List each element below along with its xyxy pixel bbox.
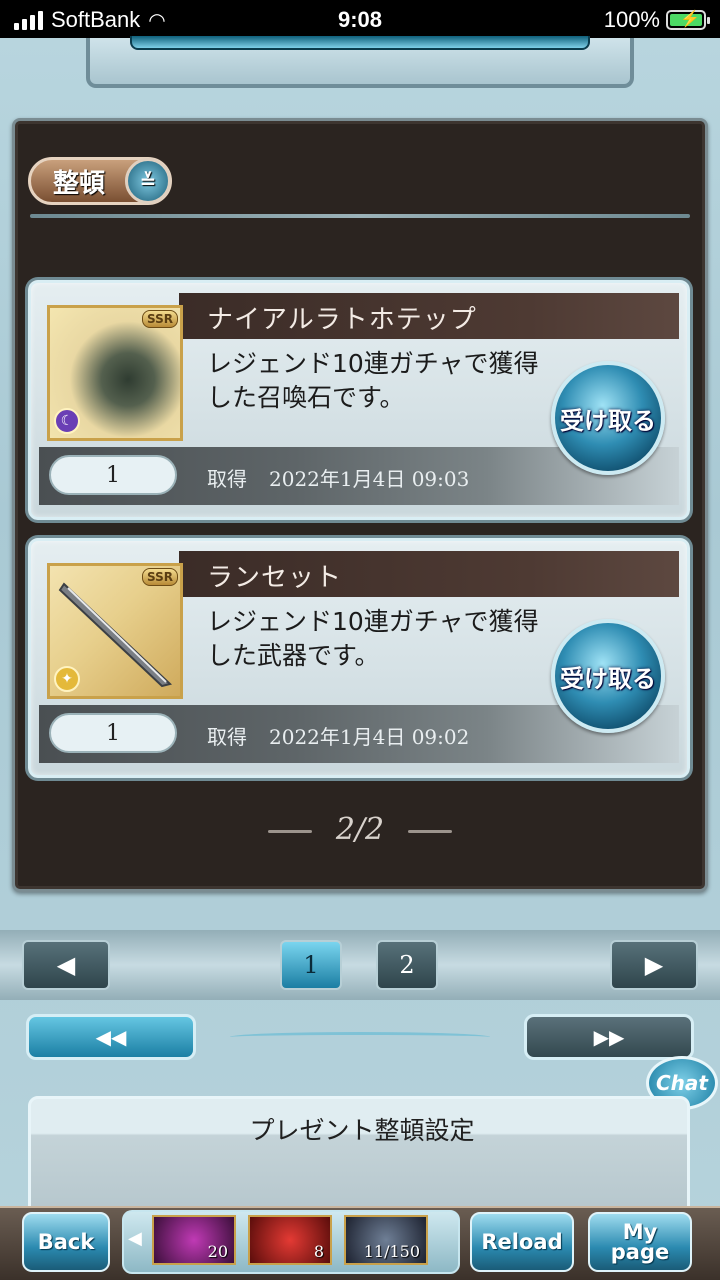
top-frame: [86, 36, 634, 88]
weapon-thumbnail[interactable]: SSR ✦: [47, 563, 183, 699]
acquired-info: 取得 2022年1月4日 09:02: [207, 721, 491, 750]
present-item: SSR ☾ ナイアルラトホテップ レジェンド10連ガチャで獲得した召喚石です。 …: [28, 280, 690, 520]
sort-button-label: 整頓: [53, 168, 106, 199]
page-button-2[interactable]: 2: [376, 940, 438, 990]
item-slot-1[interactable]: 20: [152, 1215, 236, 1265]
page-indicator: 2/2: [0, 812, 720, 847]
mypage-button[interactable]: My page: [588, 1212, 692, 1272]
back-button[interactable]: Back: [22, 1212, 110, 1272]
acquired-info: 取得 2022年1月4日 09:03: [207, 463, 491, 492]
summon-thumbnail[interactable]: SSR ☾: [47, 305, 183, 441]
prev-page-button[interactable]: ◀: [22, 940, 110, 990]
item-quantity: 1: [49, 455, 177, 495]
next-page-button[interactable]: ▶: [610, 940, 698, 990]
chevron-down-icon: ≚: [125, 158, 171, 204]
item-slot-2[interactable]: 8: [248, 1215, 332, 1265]
acquired-label: 取得: [207, 467, 247, 491]
settings-title: プレゼント整頓設定: [249, 1116, 475, 1145]
divider: [30, 214, 690, 218]
back-label: Back: [37, 1230, 95, 1254]
item-slot-3[interactable]: 11/150: [344, 1215, 428, 1265]
rarity-badge: SSR: [142, 568, 178, 586]
battery-percent: 100%: [603, 7, 660, 32]
status-bar: SoftBank ◠ 9:08 100% ⚡: [0, 0, 720, 38]
receive-button[interactable]: 受け取る: [551, 361, 665, 475]
receive-button[interactable]: 受け取る: [551, 619, 665, 733]
first-page-button[interactable]: ◀◀: [26, 1014, 196, 1060]
triangle-right-icon: ▶: [644, 951, 664, 979]
double-left-icon: ◀◀: [95, 1025, 127, 1049]
last-page-button[interactable]: ▶▶: [524, 1014, 694, 1060]
double-right-icon: ▶▶: [593, 1025, 625, 1049]
acquired-label: 取得: [207, 725, 247, 749]
reload-label: Reload: [481, 1230, 563, 1254]
dark-element-icon: ☾: [54, 408, 80, 434]
present-item: SSR ✦ ランセット レジェンド10連ガチャで獲得した武器です。 1 取得 20…: [28, 538, 690, 778]
triangle-left-icon[interactable]: ◀: [128, 1228, 142, 1249]
battery-icon: ⚡: [666, 10, 710, 30]
page-button-1[interactable]: 1: [280, 940, 342, 990]
ornament-center: [230, 1032, 490, 1042]
acquired-date: 2022年1月4日 09:02: [269, 725, 470, 749]
item-name: ランセット: [207, 563, 343, 593]
reload-button[interactable]: Reload: [470, 1212, 574, 1272]
item-description: レジェンド10連ガチャで獲得した武器です。: [207, 607, 539, 670]
acquired-date: 2022年1月4日 09:03: [269, 467, 470, 491]
ornament-left: [267, 829, 312, 833]
light-element-icon: ✦: [54, 666, 80, 692]
mypage-label: My page: [610, 1220, 670, 1264]
sort-button[interactable]: 整頓 ≚: [28, 157, 172, 205]
triangle-left-icon: ◀: [56, 951, 76, 979]
ornament-right: [408, 829, 453, 833]
page-indicator-text: 2/2: [335, 812, 385, 847]
item-quantity: 1: [49, 713, 177, 753]
rarity-badge: SSR: [142, 310, 178, 328]
present-settings-panel[interactable]: プレゼント整頓設定: [28, 1096, 690, 1216]
item-description: レジェンド10連ガチャで獲得した召喚石です。: [207, 349, 539, 412]
item-name: ナイアルラトホテップ: [207, 305, 477, 335]
